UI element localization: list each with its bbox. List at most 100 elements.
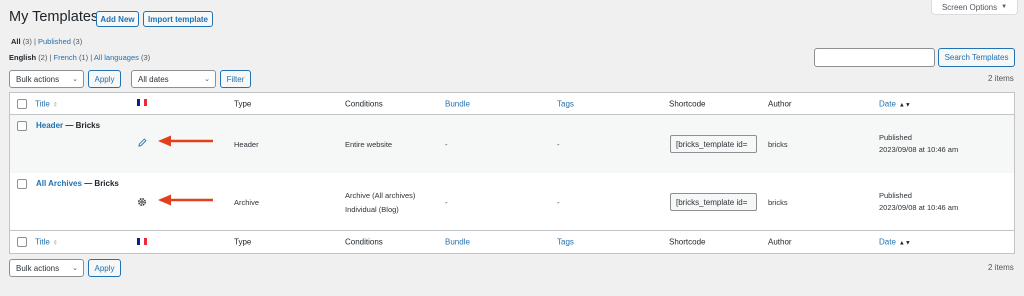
table-footer: Title ⇕ Type Conditions Bundle Tags Short… (10, 230, 1014, 253)
column-shortcode: Shortcode (669, 237, 706, 247)
items-count: 2 items (988, 74, 1014, 83)
column-title[interactable]: Title ⇕ (35, 99, 58, 108)
publish-status: Published (879, 133, 912, 142)
template-condition: Archive (All archives) (345, 191, 416, 200)
gear-icon[interactable] (137, 197, 147, 209)
import-template-button[interactable]: Import template (143, 11, 213, 27)
view-published-count: (3) (73, 37, 83, 46)
annotation-arrow-icon (158, 135, 214, 149)
french-flag-icon (137, 238, 147, 245)
template-title-link[interactable]: Header (36, 121, 63, 130)
template-title-link[interactable]: All Archives (36, 179, 82, 188)
language-french-link[interactable]: French (54, 53, 77, 62)
column-author: Author (768, 237, 792, 247)
sort-desc-icon: ▲▼ (898, 102, 911, 108)
column-bundle[interactable]: Bundle (445, 238, 470, 247)
dates-value: All dates (138, 74, 169, 84)
author-link[interactable]: bricks (768, 140, 788, 149)
publish-date: 2023/09/08 at 10:46 am (879, 145, 959, 154)
search-templates-button[interactable]: Search Templates (938, 48, 1015, 67)
template-type: Archive (234, 198, 260, 207)
sort-desc-icon: ▲▼ (898, 240, 911, 247)
template-title: Header — Bricks (36, 121, 100, 130)
column-type: Type (234, 99, 252, 108)
column-title[interactable]: Title ⇕ (35, 238, 58, 247)
shortcode-field[interactable]: [bricks_template id= (670, 135, 757, 153)
views-separator: | (33, 37, 36, 46)
bulk-actions-value: Bulk actions (16, 263, 60, 273)
apply-button-bottom[interactable]: Apply (88, 259, 121, 277)
column-language (137, 238, 147, 247)
publish-date: 2023/09/08 at 10:46 am (879, 203, 959, 212)
column-author: Author (768, 99, 792, 108)
view-published-link[interactable]: Published (38, 37, 71, 46)
row-checkbox[interactable] (17, 121, 27, 131)
table-row: Header — Bricks Header Entire website - … (10, 115, 1014, 173)
chevron-down-icon: ⌄ (72, 265, 78, 272)
select-all-checkbox[interactable] (17, 237, 27, 247)
publish-status: Published (879, 191, 912, 200)
template-bundle: - (445, 140, 448, 149)
add-new-button[interactable]: Add New (96, 11, 139, 27)
column-title-label: Title (35, 237, 50, 247)
language-separator: | (49, 53, 52, 62)
language-french-count: (1) (78, 53, 89, 62)
column-conditions: Conditions (345, 237, 383, 247)
template-bundle: - (445, 198, 448, 207)
apply-button[interactable]: Apply (88, 70, 121, 88)
column-tags[interactable]: Tags (557, 99, 574, 108)
view-all-link[interactable]: All (11, 37, 21, 46)
row-checkbox[interactable] (17, 179, 27, 189)
column-date[interactable]: Date ▲▼ (879, 99, 911, 108)
screen-options-button[interactable]: Screen Options ▼ (931, 0, 1018, 15)
template-title-suffix: — Bricks (84, 179, 119, 188)
table-header: Title ⇕ Type Conditions Bundle Tags Short… (10, 93, 1014, 115)
column-tags[interactable]: Tags (557, 238, 574, 247)
template-title-suffix: — Bricks (65, 121, 101, 130)
sort-icon: ⇕ (52, 102, 58, 108)
column-bundle[interactable]: Bundle (445, 99, 470, 108)
shortcode-field[interactable]: [bricks_template id= (670, 193, 757, 211)
caret-down-icon: ▼ (1001, 4, 1008, 10)
column-type: Type (234, 237, 252, 247)
bulk-actions-select[interactable]: Bulk actions ⌄ (9, 70, 84, 88)
screen-options-label: Screen Options (941, 2, 998, 12)
bulk-actions-select-bottom[interactable]: Bulk actions ⌄ (9, 259, 84, 277)
search-input[interactable] (814, 48, 935, 67)
language-separator: | (90, 53, 93, 62)
status-views: All (3) | Published (3) (11, 37, 82, 46)
language-english-count: (2) (38, 53, 48, 62)
chevron-down-icon: ⌄ (72, 76, 78, 83)
page-title: My Templates (9, 9, 99, 25)
language-all-link[interactable]: All languages (94, 53, 139, 62)
template-condition: Entire website (345, 140, 393, 149)
template-type: Header (234, 140, 259, 149)
bulk-actions-value: Bulk actions (16, 74, 60, 84)
author-link[interactable]: bricks (768, 198, 788, 207)
column-shortcode: Shortcode (669, 99, 706, 108)
column-language (137, 99, 147, 108)
template-tags: - (557, 140, 560, 149)
template-condition: Individual (Blog) (345, 205, 399, 214)
french-flag-icon (137, 99, 147, 106)
template-title: All Archives — Bricks (36, 179, 119, 188)
select-all-checkbox[interactable] (17, 99, 27, 109)
column-date[interactable]: Date ▲▼ (879, 238, 911, 247)
column-conditions: Conditions (345, 99, 383, 108)
table-row: All Archives — Bricks Archive Archive (A… (10, 173, 1014, 230)
pencil-icon[interactable] (138, 138, 147, 149)
template-tags: - (557, 198, 560, 207)
sort-icon: ⇕ (52, 240, 58, 247)
chevron-down-icon: ⌄ (204, 76, 210, 83)
column-date-label: Date (879, 99, 896, 108)
dates-select[interactable]: All dates ⌄ (131, 70, 216, 88)
items-count-bottom: 2 items (988, 263, 1014, 272)
language-english-link[interactable]: English (9, 53, 36, 62)
language-all-count: (3) (140, 53, 151, 62)
language-views: English (2) | French (1) | All languages… (9, 53, 150, 62)
view-all-count: (3) (22, 37, 32, 46)
column-title-label: Title (35, 99, 50, 108)
annotation-arrow-icon (158, 194, 214, 208)
column-date-label: Date (879, 237, 896, 247)
filter-button[interactable]: Filter (220, 70, 251, 88)
